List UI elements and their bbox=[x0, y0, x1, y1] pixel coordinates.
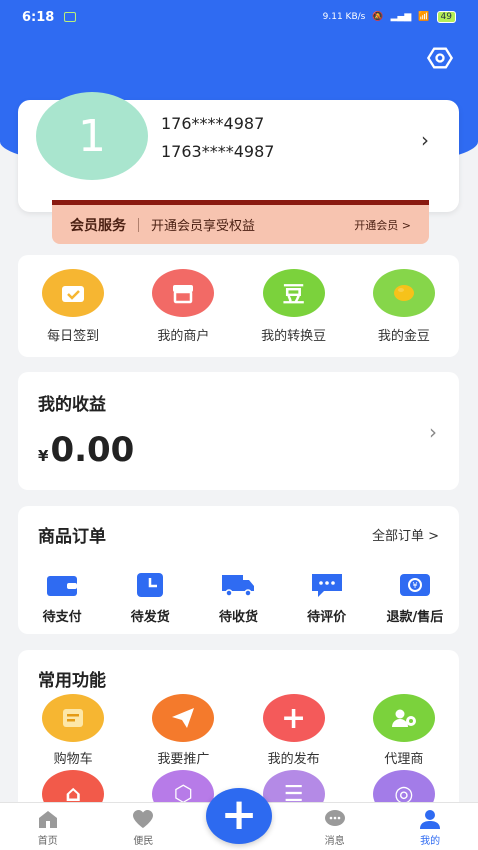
currency-symbol: ¥ bbox=[38, 447, 49, 465]
settings-gear-icon[interactable] bbox=[426, 44, 454, 72]
promote-button[interactable]: 我要推广 bbox=[133, 694, 233, 767]
svg-text:¥: ¥ bbox=[412, 581, 417, 590]
pending-receipt-button[interactable]: 待收货 bbox=[198, 572, 278, 625]
conversion-beans-button[interactable]: 豆 我的转换豆 bbox=[244, 269, 344, 357]
gold-bean-icon bbox=[372, 269, 435, 317]
order-status-label: 退款/售后 bbox=[386, 610, 444, 625]
earnings-value: 0.00 bbox=[50, 430, 135, 470]
quick-actions-panel: 每日签到 我的商户 豆 我的转换豆 我的金豆 bbox=[18, 255, 459, 357]
paper-plane-icon bbox=[152, 694, 215, 742]
users-icon bbox=[372, 694, 435, 742]
order-status-label: 待评价 bbox=[307, 610, 347, 625]
function-label: 购物车 bbox=[53, 752, 93, 767]
cart-icon bbox=[42, 694, 105, 742]
truck-icon bbox=[221, 572, 255, 598]
pending-shipment-button[interactable]: 待发货 bbox=[110, 572, 190, 625]
quick-action-label: 我的金豆 bbox=[377, 329, 430, 344]
refund-aftersale-button[interactable]: ¥ 退款/售后 bbox=[375, 572, 455, 625]
orders-title: 商品订单 bbox=[38, 527, 106, 547]
membership-banner[interactable]: 会员服务 开通会员享受权益 开通会员 > bbox=[52, 200, 429, 244]
user-icon bbox=[420, 810, 441, 829]
network-speed: 9.11 KB/s bbox=[322, 12, 366, 22]
plus-icon: + bbox=[262, 694, 325, 742]
status-time: 6:18 bbox=[22, 9, 55, 25]
tab-label: 便民 bbox=[133, 836, 154, 847]
membership-description: 开通会员享受权益 bbox=[151, 219, 256, 234]
tab-convenience[interactable]: 便民 bbox=[96, 803, 192, 850]
earnings-amount: ¥0.00 bbox=[38, 430, 134, 470]
heart-icon bbox=[133, 810, 154, 828]
calendar-check-icon bbox=[42, 269, 105, 317]
tab-messages[interactable]: 消息 bbox=[287, 803, 383, 850]
my-merchant-button[interactable]: 我的商户 bbox=[133, 269, 233, 357]
divider bbox=[138, 217, 139, 232]
comment-icon bbox=[310, 572, 344, 598]
my-posts-button[interactable]: + 我的发布 bbox=[244, 694, 344, 767]
function-label: 我要推广 bbox=[157, 752, 210, 767]
earnings-title: 我的收益 bbox=[38, 395, 106, 415]
publish-plus-button[interactable]: + bbox=[206, 788, 272, 844]
bean-char-icon: 豆 bbox=[262, 269, 325, 317]
open-membership-link[interactable]: 开通会员 > bbox=[354, 217, 411, 233]
order-status-label: 待支付 bbox=[42, 610, 82, 625]
tab-mine[interactable]: 我的 bbox=[382, 803, 478, 850]
function-label: 代理商 bbox=[384, 752, 424, 767]
function-label: 我的发布 bbox=[267, 752, 320, 767]
order-status-label: 待收货 bbox=[218, 610, 258, 625]
membership-title: 会员服务 bbox=[70, 217, 126, 234]
mute-icon: 🔕 bbox=[372, 12, 384, 22]
functions-row: 购物车 我要推广 + 我的发布 代理商 bbox=[18, 694, 459, 767]
user-profile-card[interactable]: 1 176****4987 1763****4987 › bbox=[18, 92, 459, 212]
order-status-label: 待发货 bbox=[130, 610, 170, 625]
pending-review-button[interactable]: 待评价 bbox=[287, 572, 367, 625]
chevron-right-icon[interactable]: › bbox=[421, 128, 429, 152]
all-orders-link[interactable]: 全部订单 > bbox=[372, 525, 439, 544]
tab-home[interactable]: 首页 bbox=[0, 803, 96, 850]
avatar[interactable]: 1 bbox=[36, 92, 148, 180]
username-primary: 176****4987 bbox=[161, 114, 265, 133]
gold-beans-button[interactable]: 我的金豆 bbox=[354, 269, 454, 357]
message-icon bbox=[324, 810, 345, 826]
agent-button[interactable]: 代理商 bbox=[354, 694, 454, 767]
quick-action-label: 我的转换豆 bbox=[261, 329, 327, 344]
order-status-row: 待支付 待发货 待收货 待评价 ¥ 退款/售后 bbox=[18, 572, 459, 625]
pending-payment-button[interactable]: 待支付 bbox=[22, 572, 102, 625]
home-icon bbox=[38, 811, 57, 828]
chevron-right-icon[interactable]: › bbox=[429, 420, 437, 444]
username-secondary: 1763****4987 bbox=[161, 142, 275, 161]
signal-icon: ▂▄▆ bbox=[390, 12, 412, 22]
store-icon bbox=[152, 269, 215, 317]
daily-checkin-button[interactable]: 每日签到 bbox=[23, 269, 123, 357]
tab-label: 消息 bbox=[324, 836, 345, 847]
status-bar: 6:18 9.11 KB/s 🔕 ▂▄▆ 📶 49 bbox=[0, 0, 478, 34]
earnings-panel[interactable]: 我的收益 ¥0.00 › bbox=[18, 372, 459, 490]
quick-action-label: 我的商户 bbox=[157, 329, 210, 344]
box-icon bbox=[133, 572, 167, 598]
functions-title: 常用功能 bbox=[38, 671, 106, 691]
notification-icon bbox=[64, 12, 77, 22]
orders-panel: 商品订单 全部订单 > 待支付 待发货 待收货 待评价 ¥ 退款/售后 bbox=[18, 506, 459, 634]
quick-action-label: 每日签到 bbox=[47, 329, 100, 344]
tab-label: 我的 bbox=[420, 836, 441, 847]
refund-icon: ¥ bbox=[398, 572, 432, 598]
battery-icon: 49 bbox=[436, 11, 456, 23]
wallet-icon bbox=[45, 572, 79, 598]
wifi-icon: 📶 bbox=[418, 12, 430, 22]
tab-label: 首页 bbox=[37, 836, 58, 847]
shopping-cart-button[interactable]: 购物车 bbox=[23, 694, 123, 767]
